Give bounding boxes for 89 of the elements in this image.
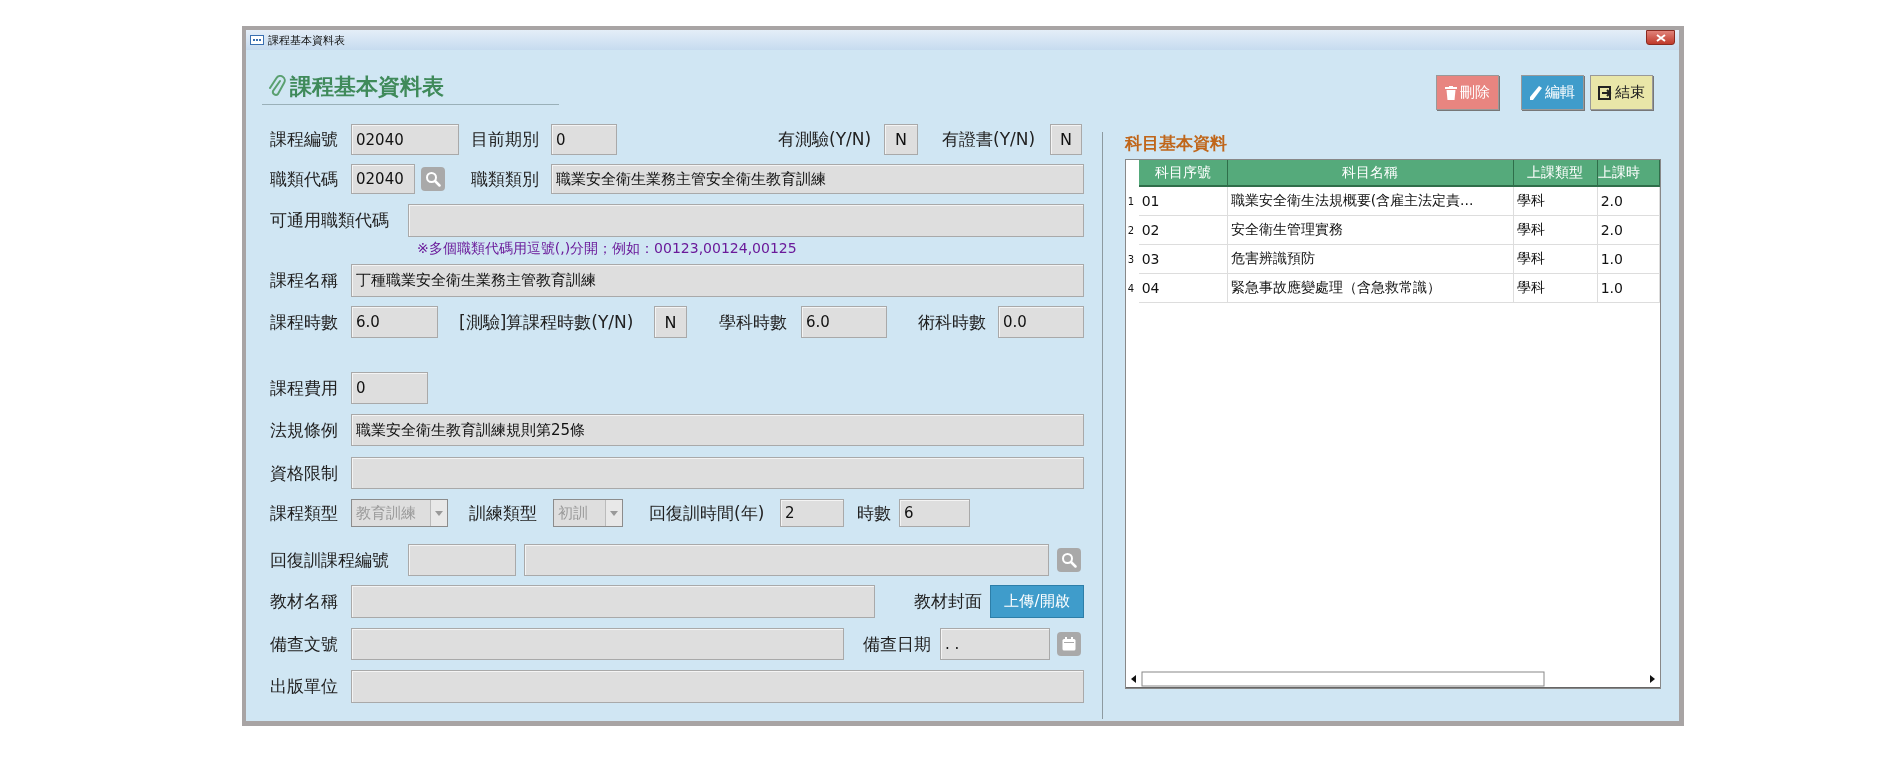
field-label: 職類類別 — [471, 167, 539, 191]
field-label: 法規條例 — [270, 418, 338, 442]
field-label: 課程名稱 — [270, 269, 338, 292]
text-field[interactable] — [408, 204, 1084, 237]
trash-icon — [1445, 85, 1457, 100]
pencil-icon — [1530, 85, 1542, 100]
table-cell: 學科 — [1513, 245, 1598, 274]
field-label: [測驗]算課程時數(Y/N) — [459, 310, 634, 334]
text-field[interactable]: 職業安全衛生業務主管安全衛生教育訓練 — [551, 164, 1084, 194]
table-cell: 04 — [1138, 274, 1228, 303]
field-label: 備查日期 — [863, 632, 931, 656]
search-button[interactable] — [421, 167, 445, 191]
text-field[interactable]: 02040 — [351, 164, 415, 194]
text-field[interactable] — [351, 670, 1084, 703]
table-cell: 1.0 — [1597, 274, 1660, 303]
text-field[interactable]: 丁種職業安全衛生業務主管教育訓練 — [351, 264, 1084, 297]
yes-no-field[interactable]: N — [884, 124, 918, 155]
window-title: 課程基本資料表 — [268, 32, 346, 48]
text-field[interactable]: 職業安全衛生教育訓練規則第25條 — [351, 414, 1084, 446]
calendar-button[interactable] — [1057, 632, 1081, 656]
text-field[interactable]: 2 — [780, 499, 844, 527]
horizontal-scrollbar[interactable] — [1125, 670, 1660, 688]
field-label: 有證書(Y/N) — [942, 128, 1036, 151]
text-field[interactable]: 0 — [351, 372, 428, 404]
text-field[interactable] — [351, 585, 875, 618]
hint-text: ※多個職類代碼用逗號(,)分開；例如：00123,00124,00125 — [417, 240, 797, 258]
table-cell: 緊急事故應變處理（含急救常識） — [1227, 274, 1514, 303]
table-cell: 2.0 — [1597, 187, 1660, 216]
table-cell: 1.0 — [1597, 245, 1660, 274]
table-cell: 03 — [1138, 245, 1228, 274]
calendar-icon — [1061, 636, 1077, 652]
text-field[interactable] — [351, 628, 844, 660]
field-label: 可通用職類代碼 — [270, 209, 389, 232]
field-label: 出版單位 — [270, 675, 338, 698]
table-cell: 職業安全衛生法規概要(含雇主法定責... — [1227, 187, 1514, 216]
search-icon — [1061, 552, 1077, 568]
table-cell: 學科 — [1513, 274, 1598, 303]
text-field[interactable]: 6.0 — [351, 306, 438, 338]
yes-no-field[interactable]: N — [1050, 124, 1082, 155]
table-cell: 學科 — [1513, 216, 1598, 245]
caret-icon — [610, 510, 618, 516]
field-label: 課程類型 — [270, 501, 338, 525]
table-cell: 安全衛生管理實務 — [1227, 216, 1514, 245]
table-cell: 危害辨識預防 — [1227, 245, 1514, 274]
paperclip-icon — [268, 75, 286, 99]
text-field[interactable]: 6 — [899, 499, 970, 527]
field-label: 回復訓課程編號 — [270, 548, 389, 572]
caret-icon — [435, 510, 443, 516]
table-cell: 01 — [1138, 187, 1228, 216]
yes-no-field[interactable]: N — [654, 306, 687, 338]
text-field[interactable]: 6.0 — [801, 306, 887, 338]
text-field[interactable]: . . — [940, 628, 1050, 660]
close-button[interactable] — [1646, 30, 1675, 45]
field-label: 回復訓時間(年) — [649, 501, 765, 525]
field-label: 術科時數 — [918, 310, 986, 334]
field-label: 訓練類型 — [469, 501, 537, 525]
row-number: 3 — [1126, 253, 1135, 267]
text-field[interactable] — [351, 457, 1084, 489]
exit-icon — [1598, 85, 1612, 100]
text-field[interactable]: 0 — [551, 124, 617, 155]
row-number: 2 — [1126, 224, 1135, 238]
table-cell: 2.0 — [1597, 216, 1660, 245]
field-label: 資格限制 — [270, 461, 338, 485]
search-button[interactable] — [1057, 548, 1081, 572]
text-field[interactable]: 02040 — [351, 124, 459, 155]
field-label: 時數 — [857, 501, 891, 525]
field-label: 備查文號 — [270, 632, 338, 656]
field-label: 教材名稱 — [270, 590, 338, 613]
field-label: 學科時數 — [719, 310, 787, 334]
row-number: 1 — [1126, 195, 1135, 209]
table-cell: 02 — [1138, 216, 1228, 245]
field-label: 職類代碼 — [270, 167, 338, 191]
search-icon — [425, 171, 441, 187]
table-cell: 學科 — [1513, 187, 1598, 216]
row-number: 4 — [1126, 282, 1135, 296]
page-title: 課程基本資料表 — [290, 73, 444, 101]
field-label: 課程時數 — [270, 310, 338, 334]
field-label: 教材封面 — [914, 590, 982, 613]
text-field[interactable] — [408, 544, 516, 576]
field-label: 目前期別 — [471, 128, 539, 151]
text-field[interactable] — [524, 544, 1049, 576]
text-field[interactable]: 0.0 — [998, 306, 1084, 338]
field-label: 課程編號 — [270, 128, 338, 151]
field-label: 有測驗(Y/N) — [778, 128, 872, 151]
section-title: 科目基本資料 — [1124, 132, 1228, 154]
close-icon — [1655, 33, 1666, 42]
window-icon — [250, 35, 264, 45]
field-label: 課程費用 — [270, 376, 338, 400]
exit-button[interactable]: 結束 — [1590, 75, 1653, 110]
